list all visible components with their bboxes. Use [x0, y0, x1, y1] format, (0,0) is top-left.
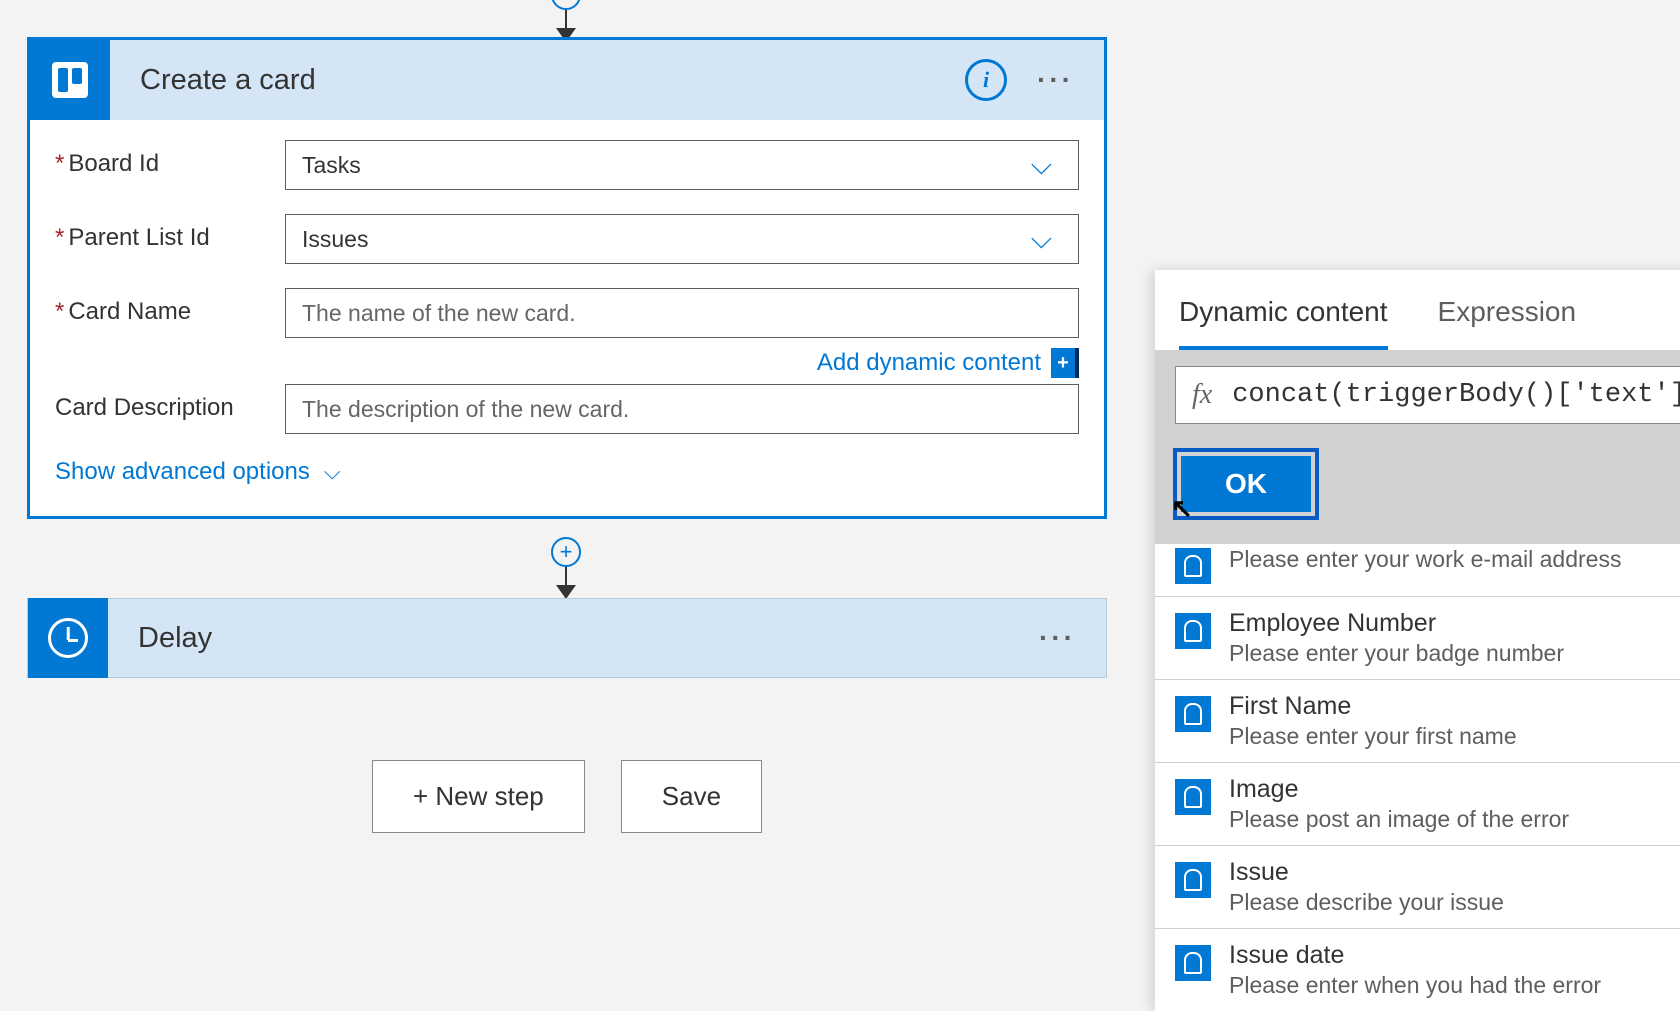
- new-step-button[interactable]: + New step: [372, 760, 585, 833]
- delay-tile: [28, 598, 108, 678]
- add-dynamic-content-link[interactable]: Add dynamic content: [817, 349, 1041, 377]
- more-icon[interactable]: ···: [1037, 64, 1074, 96]
- card-desc-label: Card Description: [55, 384, 285, 422]
- parent-list-select[interactable]: Issues ⌵: [285, 214, 1079, 264]
- info-icon[interactable]: i: [965, 59, 1007, 101]
- ok-highlight: OK ↖: [1173, 448, 1319, 520]
- fx-icon: fx: [1192, 379, 1212, 411]
- card-desc-input[interactable]: The description of the new card.: [285, 384, 1079, 434]
- chevron-down-icon: ⌵: [1031, 149, 1052, 182]
- tab-expression[interactable]: Expression: [1438, 296, 1577, 350]
- trello-tile: [30, 40, 110, 120]
- add-step-middle-icon[interactable]: +: [551, 537, 581, 567]
- card-name-label: *Card Name: [55, 288, 285, 326]
- more-icon[interactable]: ···: [1039, 622, 1076, 654]
- card-name-input[interactable]: The name of the new card.: [285, 288, 1079, 338]
- tab-dynamic-content[interactable]: Dynamic content: [1179, 296, 1388, 350]
- chevron-down-icon: ⌵: [324, 459, 341, 485]
- input-icon: [1175, 862, 1211, 898]
- dynamic-item[interactable]: Issue date Please enter when you had the…: [1155, 929, 1680, 1011]
- input-icon: [1175, 696, 1211, 732]
- board-id-select[interactable]: Tasks ⌵: [285, 140, 1079, 190]
- expression-input[interactable]: fx concat(triggerBody()['text'], ': [1175, 366, 1680, 424]
- show-advanced-toggle[interactable]: Show advanced options ⌵: [55, 458, 1079, 486]
- action-create-card: Create a card i ··· *Board Id Tasks ⌵ *P…: [27, 37, 1107, 519]
- connector-line: [565, 10, 567, 28]
- dynamic-item[interactable]: First Name Please enter your first name: [1155, 680, 1680, 763]
- board-id-label: *Board Id: [55, 140, 285, 178]
- dynamic-item[interactable]: Image Please post an image of the error: [1155, 763, 1680, 846]
- parent-list-label: *Parent List Id: [55, 214, 285, 252]
- dynamic-items-list: Please enter your work e-mail address Em…: [1155, 544, 1680, 1011]
- input-icon: [1175, 613, 1211, 649]
- action-header[interactable]: Create a card i ···: [30, 40, 1104, 120]
- add-step-top-icon[interactable]: +: [551, 0, 581, 10]
- cursor-icon: ↖: [1171, 493, 1193, 524]
- expression-text: concat(triggerBody()['text'], ': [1232, 380, 1680, 410]
- dynamic-item[interactable]: Issue Please describe your issue: [1155, 846, 1680, 929]
- dynamic-item[interactable]: Please enter your work e-mail address: [1155, 544, 1680, 597]
- clock-icon: [48, 618, 88, 658]
- add-dynamic-icon[interactable]: +: [1051, 348, 1079, 378]
- action-delay[interactable]: Delay ···: [27, 598, 1107, 678]
- delay-title: Delay: [138, 622, 1039, 655]
- save-button[interactable]: Save: [621, 760, 762, 833]
- input-icon: [1175, 548, 1211, 584]
- action-title: Create a card: [140, 64, 965, 97]
- input-icon: [1175, 779, 1211, 815]
- ok-button[interactable]: OK ↖: [1181, 456, 1311, 512]
- chevron-down-icon: ⌵: [1031, 223, 1052, 256]
- trello-icon: [52, 62, 88, 98]
- connector-line: [565, 567, 567, 585]
- input-icon: [1175, 945, 1211, 981]
- arrow-down-icon: [556, 585, 576, 599]
- dynamic-item[interactable]: Employee Number Please enter your badge …: [1155, 597, 1680, 680]
- dynamic-content-panel: Dynamic content Expression fx concat(tri…: [1155, 270, 1680, 1011]
